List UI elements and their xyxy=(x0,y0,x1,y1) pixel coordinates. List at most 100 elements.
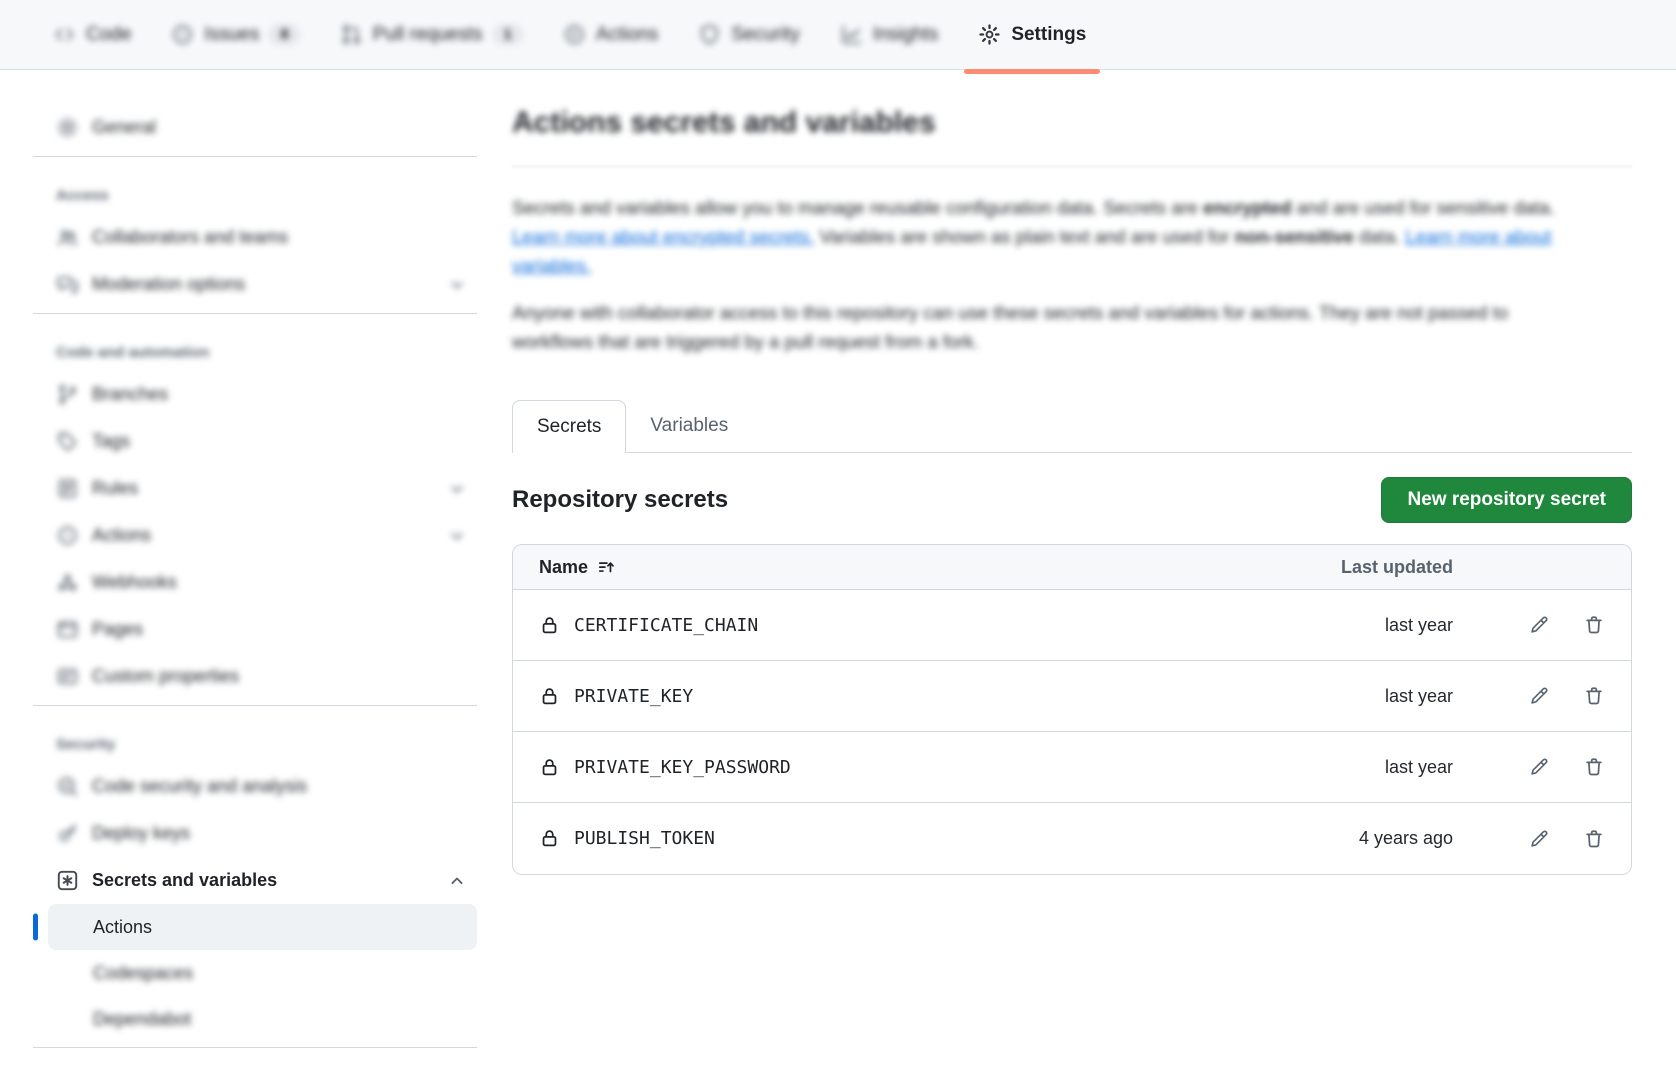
sidebar-section-code-automation: Code and automation xyxy=(33,330,477,371)
delete-secret-button[interactable] xyxy=(1583,756,1605,778)
sidebar-item-moderation-options[interactable]: Moderation options xyxy=(33,261,477,308)
nav-tab-label: Pull requests xyxy=(373,24,483,46)
sort-ascending-icon[interactable] xyxy=(597,558,616,577)
description-text: Secrets and variables allow you to manag… xyxy=(512,197,1203,218)
sidebar-divider xyxy=(33,705,477,706)
tab-secrets[interactable]: Secrets xyxy=(512,400,626,453)
sidebar-item-label: Tags xyxy=(92,431,130,452)
nav-tab-settings[interactable]: Settings xyxy=(972,0,1092,70)
sidebar-item-label: Collaborators and teams xyxy=(92,227,288,248)
active-item-marker xyxy=(33,914,38,941)
sidebar-subitem-codespaces[interactable]: Codespaces xyxy=(48,950,477,996)
play-circle-icon xyxy=(56,524,79,547)
sidebar-divider xyxy=(33,156,477,157)
edit-secret-button[interactable] xyxy=(1528,756,1550,778)
description-text: data. xyxy=(1354,226,1405,247)
sidebar-item-rules[interactable]: Rules xyxy=(33,465,477,512)
sidebar-item-collaborators[interactable]: Collaborators and teams xyxy=(33,214,477,261)
git-pull-request-icon xyxy=(340,23,363,46)
edit-secret-button[interactable] xyxy=(1528,828,1550,850)
table-header-row: Name Last updated xyxy=(513,545,1631,590)
sidebar-divider xyxy=(33,1047,477,1048)
secrets-variables-tabnav: Secrets Variables xyxy=(512,400,1632,453)
lock-icon xyxy=(539,686,560,707)
github-repo-settings-page: Code Issues 8 Pull requests 1 Actions xyxy=(0,0,1676,1074)
sidebar-item-label: Actions xyxy=(93,917,152,938)
repo-nav: Code Issues 8 Pull requests 1 Actions xyxy=(0,0,1676,70)
description-paragraph-1: Secrets and variables allow you to manag… xyxy=(512,193,1570,280)
sidebar-item-label: Codespaces xyxy=(93,963,193,984)
sidebar-item-actions[interactable]: Actions xyxy=(33,512,477,559)
nav-tab-insights[interactable]: Insights xyxy=(834,0,944,70)
people-icon xyxy=(56,226,79,249)
tab-variables[interactable]: Variables xyxy=(626,400,752,452)
sidebar-item-branches[interactable]: Branches xyxy=(33,371,477,418)
sidebar-item-label: General xyxy=(92,117,156,138)
nav-tab-security[interactable]: Security xyxy=(692,0,806,70)
chevron-up-icon xyxy=(447,871,467,891)
issues-count-badge: 8 xyxy=(269,24,299,45)
sidebar-item-code-security[interactable]: Code security and analysis xyxy=(33,763,477,810)
sidebar-item-label: Dependabot xyxy=(93,1009,191,1030)
name-column-header: Name xyxy=(539,557,588,578)
sidebar-section-security: Security xyxy=(33,722,477,763)
new-repository-secret-button[interactable]: New repository secret xyxy=(1381,477,1632,523)
sidebar-item-secrets-and-variables[interactable]: Secrets and variables xyxy=(33,857,477,904)
key-asterisk-icon xyxy=(56,869,79,892)
nav-tab-pull-requests[interactable]: Pull requests 1 xyxy=(334,0,529,70)
sidebar-subitem-dependabot[interactable]: Dependabot xyxy=(48,996,477,1042)
sidebar-item-deploy-keys[interactable]: Deploy keys xyxy=(33,810,477,857)
sidebar-item-label: Webhooks xyxy=(92,572,177,593)
rules-icon xyxy=(56,477,79,500)
webhook-icon xyxy=(56,571,79,594)
last-updated-column-header: Last updated xyxy=(1323,557,1453,578)
sidebar-item-label: Moderation options xyxy=(92,274,245,295)
nav-tab-code[interactable]: Code xyxy=(47,0,137,70)
secret-row: CERTIFICATE_CHAIN last year xyxy=(513,590,1631,661)
secret-row: PRIVATE_KEY_PASSWORD last year xyxy=(513,732,1631,803)
nav-tab-label: Issues xyxy=(204,24,259,46)
delete-secret-button[interactable] xyxy=(1583,614,1605,636)
nav-tab-issues[interactable]: Issues 8 xyxy=(165,0,305,70)
repository-secrets-header-row: Repository secrets New repository secret xyxy=(512,477,1632,523)
sidebar-divider xyxy=(33,313,477,314)
tag-icon xyxy=(56,430,79,453)
nav-tab-actions[interactable]: Actions xyxy=(557,0,664,70)
gear-icon xyxy=(978,23,1001,46)
nav-tab-label: Insights xyxy=(873,24,938,46)
secret-name: CERTIFICATE_CHAIN xyxy=(574,615,758,636)
sidebar-item-label: Deploy keys xyxy=(92,823,190,844)
link-encrypted-secrets[interactable]: Learn more about encrypted secrets. xyxy=(512,226,814,247)
delete-secret-button[interactable] xyxy=(1583,828,1605,850)
comment-discussion-icon xyxy=(56,273,79,296)
edit-secret-button[interactable] xyxy=(1528,614,1550,636)
note-icon xyxy=(56,665,79,688)
sidebar-section-access: Access xyxy=(33,173,477,214)
edit-secret-button[interactable] xyxy=(1528,685,1550,707)
page-title: Actions secrets and variables xyxy=(512,106,1632,140)
browser-icon xyxy=(56,618,79,641)
delete-secret-button[interactable] xyxy=(1583,685,1605,707)
section-title: Repository secrets xyxy=(512,486,728,514)
gear-icon xyxy=(56,116,79,139)
description-emphasis: encrypted xyxy=(1203,197,1291,218)
code-icon xyxy=(53,23,76,46)
shield-icon xyxy=(698,23,721,46)
settings-sidebar: General Access Collaborators and teams M… xyxy=(33,104,477,1053)
title-divider xyxy=(512,166,1632,167)
sidebar-item-pages[interactable]: Pages xyxy=(33,606,477,653)
settings-content: Actions secrets and variables Secrets an… xyxy=(512,100,1632,875)
sidebar-item-custom-properties[interactable]: Custom properties xyxy=(33,653,477,700)
sidebar-subitem-actions[interactable]: Actions xyxy=(48,904,477,950)
secret-row: PRIVATE_KEY last year xyxy=(513,661,1631,732)
secret-updated: last year xyxy=(1323,757,1453,778)
sidebar-item-general[interactable]: General xyxy=(33,104,477,151)
sidebar-item-webhooks[interactable]: Webhooks xyxy=(33,559,477,606)
pull-requests-count-badge: 1 xyxy=(493,24,523,45)
secret-name: PRIVATE_KEY xyxy=(574,686,693,707)
secret-name: PRIVATE_KEY_PASSWORD xyxy=(574,757,791,778)
sidebar-item-label: Custom properties xyxy=(92,666,239,687)
nav-tab-label: Actions xyxy=(596,24,658,46)
sidebar-item-tags[interactable]: Tags xyxy=(33,418,477,465)
graph-icon xyxy=(840,23,863,46)
